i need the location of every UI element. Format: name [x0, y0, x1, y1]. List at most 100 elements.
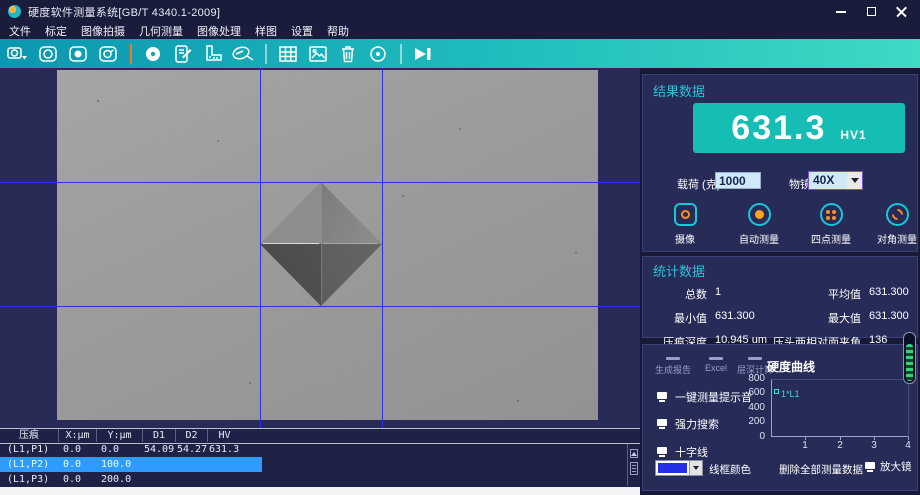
- table-scrollbar[interactable]: [627, 444, 639, 486]
- window-bottom-edge: [0, 487, 640, 495]
- objective-select[interactable]: 40X: [808, 171, 863, 190]
- diagonal-measure-icon: [886, 203, 909, 226]
- cell-hv: [207, 472, 241, 487]
- measure-line-vertical-right[interactable]: [382, 68, 383, 428]
- menu-image-processing[interactable]: 图像处理: [190, 23, 248, 39]
- measure-line-horizontal-top[interactable]: [0, 182, 640, 183]
- beep-toggle[interactable]: 一键测量提示音: [657, 389, 752, 405]
- auto-measure-button[interactable]: 自动测量: [727, 203, 791, 246]
- camera-lens-icon[interactable]: [35, 42, 61, 66]
- microscope-view[interactable]: [0, 68, 640, 428]
- col-hv: HV: [207, 429, 241, 442]
- toolbar-separator: [130, 44, 132, 64]
- measure-line-horizontal-bottom[interactable]: [0, 306, 640, 307]
- edit-note-icon[interactable]: [170, 42, 196, 66]
- close-button[interactable]: [886, 0, 916, 23]
- menu-calibration[interactable]: 标定: [38, 23, 74, 39]
- x-tick: 2: [834, 440, 846, 451]
- x-tick: 1: [799, 440, 811, 451]
- auto-measure-icon: [748, 203, 771, 226]
- restore-button[interactable]: [856, 0, 886, 23]
- stat-average-value: 631.300: [861, 286, 909, 302]
- capture-dropdown-icon[interactable]: [5, 42, 31, 66]
- y-tick: 800: [737, 373, 765, 384]
- scrollbar-thumb[interactable]: [630, 462, 638, 475]
- line-color-label: 线框颜色: [709, 462, 751, 477]
- camera-shot-icon[interactable]: [65, 42, 91, 66]
- close-icon: [896, 6, 907, 17]
- window-title: 硬度软件测量系统[GB/T 4340.1-2009]: [28, 4, 220, 20]
- menu-settings[interactable]: 设置: [284, 23, 320, 39]
- statistics-section: 统计数据 总数 1 平均值 631.300 最小值 631.300 最大值 63…: [642, 256, 918, 338]
- table-row-selected[interactable]: (L1,P2) 0.0 100.0: [0, 457, 262, 472]
- camera-button[interactable]: 摄像: [653, 203, 717, 246]
- toolbar: [0, 39, 920, 68]
- depth-calc-icon: [748, 357, 762, 360]
- four-point-icon: [820, 203, 843, 226]
- generate-report-button[interactable]: 生成报告: [649, 357, 697, 376]
- menu-help[interactable]: 帮助: [320, 23, 356, 39]
- strong-search-toggle[interactable]: 强力搜索: [657, 416, 719, 432]
- stat-total-value: 1: [707, 286, 765, 302]
- cell-indent: (L1,P3): [0, 472, 58, 487]
- hardness-curve-plot: [771, 379, 909, 437]
- toolbar-separator: [265, 44, 267, 64]
- cell-d1: [142, 472, 175, 487]
- magnifier-toggle[interactable]: 放大镜: [865, 459, 912, 474]
- record-icon[interactable]: [365, 42, 391, 66]
- strong-search-label: 强力搜索: [675, 416, 719, 432]
- line-color-select[interactable]: [655, 460, 703, 476]
- x-tick: 3: [868, 440, 880, 451]
- data-point-label: 1*L1: [781, 389, 800, 399]
- excel-label: Excel: [705, 363, 727, 373]
- play-to-end-icon[interactable]: [410, 42, 436, 66]
- chevron-down-icon[interactable]: [689, 461, 702, 475]
- trash-icon[interactable]: [335, 42, 361, 66]
- table-row[interactable]: (L1,P3) 0.0 200.0: [0, 472, 262, 487]
- table-row[interactable]: (L1,P1) 0.0 0.0 54.09 54.27 631.3: [0, 442, 262, 457]
- menu-geometry-measure[interactable]: 几何测量: [132, 23, 190, 39]
- four-point-label: 四点测量: [811, 231, 851, 246]
- image-icon[interactable]: [305, 42, 331, 66]
- level-indicator[interactable]: [903, 332, 916, 384]
- hardness-unit: HV1: [840, 128, 866, 142]
- excel-export-button[interactable]: Excel: [699, 357, 733, 373]
- load-input[interactable]: [715, 172, 761, 189]
- measure-line-vertical-left[interactable]: [260, 68, 261, 428]
- diagonal-measure-button[interactable]: 对角测量: [865, 203, 920, 246]
- cell-d1: [142, 457, 175, 472]
- ruler-icon[interactable]: [200, 42, 226, 66]
- col-y: Y:μm: [96, 429, 142, 442]
- lens-measure-icon[interactable]: [230, 42, 256, 66]
- camera-live-icon[interactable]: [95, 42, 121, 66]
- minimize-button[interactable]: [826, 0, 856, 23]
- table-icon[interactable]: [275, 42, 301, 66]
- cell-d2: 54.27: [175, 442, 207, 457]
- cell-d1: 54.09: [142, 442, 175, 457]
- report-label: 生成报告: [655, 363, 691, 376]
- camera-mode-icon: [674, 203, 697, 226]
- diagonal-measure-label: 对角测量: [877, 231, 917, 246]
- level-indicator-bars: [906, 344, 913, 381]
- hardness-result-display: 631.3 HV1: [693, 103, 905, 153]
- four-point-measure-button[interactable]: 四点测量: [799, 203, 863, 246]
- crosshair-toggle-label: 十字线: [675, 444, 708, 460]
- point-marker-icon[interactable]: [140, 42, 166, 66]
- indentation-diamond: [260, 182, 382, 306]
- cell-x: 0.0: [58, 472, 96, 487]
- col-d2: D2: [175, 429, 207, 442]
- cell-indent: (L1,P2): [0, 457, 58, 472]
- delete-all-data-button[interactable]: 删除全部测量数据: [779, 462, 863, 477]
- crosshair-toggle[interactable]: 十字线: [657, 444, 708, 460]
- cell-x: 0.0: [58, 442, 96, 457]
- checkbox-monitor-icon: [657, 419, 667, 429]
- menu-sample[interactable]: 样图: [248, 23, 284, 39]
- menu-image-capture[interactable]: 图像拍摄: [74, 23, 132, 39]
- menubar: 文件 标定 图像拍摄 几何测量 图像处理 样图 设置 帮助: [0, 23, 920, 39]
- chevron-down-icon[interactable]: [847, 172, 862, 189]
- scroll-up-icon[interactable]: [630, 449, 638, 458]
- indent-ridge: [323, 243, 377, 244]
- y-tick: 200: [737, 416, 765, 427]
- menu-file[interactable]: 文件: [2, 23, 38, 39]
- app-icon: [8, 5, 21, 18]
